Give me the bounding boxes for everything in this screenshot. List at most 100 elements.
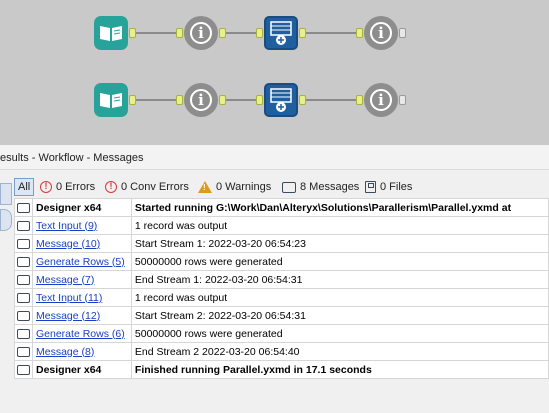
input-anchor[interactable] [356,28,363,38]
filter-warnings-label: 0 Warnings [216,181,272,193]
results-list-view-button[interactable] [0,183,12,205]
message-type-cell [14,234,33,253]
generate-rows-icon [270,88,292,112]
output-anchor[interactable] [399,95,406,105]
message-type-cell [14,198,33,217]
browse-tool[interactable]: i [364,83,398,117]
tool-link[interactable]: Message (12) [36,310,100,322]
message-tool-cell: Message (7) [32,270,132,289]
browse-tool[interactable]: i [364,16,398,50]
filter-conv-errors-button[interactable]: ! 0 Conv Errors [105,178,189,196]
filter-messages-label: 8 Messages [300,181,360,193]
message-bubble-icon [282,181,296,193]
output-anchor[interactable] [219,95,226,105]
tool-name: Designer x64 [36,201,102,214]
input-anchor[interactable] [176,95,183,105]
browse-tool[interactable]: i [184,16,218,50]
message-bubble-icon [17,220,30,231]
output-anchor[interactable] [299,28,306,38]
generate-rows-tool[interactable] [264,83,298,117]
message-tool-cell: Text Input (9) [32,216,132,235]
tool-link[interactable]: Message (7) [36,274,94,286]
generate-rows-tool[interactable] [264,16,298,50]
connection-wire [306,99,356,101]
message-row[interactable]: Generate Rows (5) 50000000 rows were gene… [14,252,549,271]
generate-rows-icon [270,21,292,45]
tool-link[interactable]: Message (8) [36,346,94,358]
filter-files-button[interactable]: 0 Files [365,178,412,196]
results-filter-bar: All ! 0 Errors ! 0 Conv Errors 0 Warning… [14,176,549,198]
results-pane: esults - Workflow - Messages All ! 0 Err… [0,145,549,413]
message-text: 50000000 rows were generated [130,252,549,271]
input-anchor[interactable] [176,28,183,38]
input-anchor[interactable] [356,95,363,105]
filter-files-label: 0 Files [380,181,413,193]
browse-info-icon: i [190,22,212,44]
tool-link[interactable]: Generate Rows (6) [36,328,125,340]
results-titlebar: esults - Workflow - Messages [0,145,549,170]
message-bubble-icon [17,328,30,339]
message-text: 50000000 rows were generated [130,324,549,343]
message-row[interactable]: Message (8) End Stream 2 2022-03-20 06:54… [14,342,549,361]
connection-wire [226,32,256,34]
message-text: End Stream 1: 2022-03-20 06:54:31 [130,270,549,289]
filter-warnings-button[interactable]: 0 Warnings [198,178,271,196]
connection-wire [136,32,176,34]
tool-link[interactable]: Text Input (9) [36,220,97,232]
message-row[interactable]: Message (12) Start Stream 2: 2022-03-20 0… [14,306,549,325]
input-anchor[interactable] [256,95,263,105]
output-anchor[interactable] [219,28,226,38]
results-side-strip [0,181,14,413]
message-type-cell [14,270,33,289]
results-info-view-button[interactable] [0,209,12,231]
workflow-canvas[interactable]: i i i i [0,0,549,145]
connection-wire [136,99,176,101]
output-anchor[interactable] [129,28,136,38]
filter-errors-label: 0 Errors [56,181,96,193]
message-type-cell [14,360,33,379]
filter-all-label: All [18,181,31,193]
message-type-cell [14,324,33,343]
results-title: esults - Workflow - Messages [0,152,144,164]
filter-errors-button[interactable]: ! 0 Errors [40,178,95,196]
connection-wire [226,99,256,101]
error-circle-icon: ! [105,181,117,193]
tool-link[interactable]: Text Input (11) [36,292,102,304]
tool-link[interactable]: Generate Rows (5) [36,256,125,268]
message-row[interactable]: Message (10) Start Stream 1: 2022-03-20 0… [14,234,549,253]
message-type-cell [14,216,33,235]
message-text: 1 record was output [130,288,549,307]
filter-messages-button[interactable]: 8 Messages [282,178,359,196]
message-row[interactable]: Designer x64 Started running G:\Work\Dan\… [14,198,549,217]
browse-tool[interactable]: i [184,83,218,117]
message-row[interactable]: Text Input (11) 1 record was output [14,288,549,307]
output-anchor[interactable] [129,95,136,105]
message-tool-cell: Designer x64 [32,360,132,379]
output-anchor[interactable] [299,95,306,105]
message-type-cell [14,342,33,361]
tool-name: Designer x64 [36,363,102,376]
message-row[interactable]: Generate Rows (6) 50000000 rows were gene… [14,324,549,343]
text-input-tool[interactable] [94,16,128,50]
input-anchor[interactable] [256,28,263,38]
browse-info-icon: i [190,89,212,111]
message-tool-cell: Generate Rows (5) [32,252,132,271]
message-bubble-icon [17,202,30,213]
message-text: Start Stream 2: 2022-03-20 06:54:31 [130,306,549,325]
message-row[interactable]: Designer x64 Finished running Parallel.yx… [14,360,549,379]
tool-link[interactable]: Message (10) [36,238,100,250]
message-text: End Stream 2 2022-03-20 06:54:40 [130,342,549,361]
filter-all-button[interactable]: All [14,178,35,196]
message-bubble-icon [17,292,30,303]
message-type-cell [14,252,33,271]
message-row[interactable]: Message (7) End Stream 1: 2022-03-20 06:5… [14,270,549,289]
message-row[interactable]: Text Input (9) 1 record was output [14,216,549,235]
text-input-book-icon [100,93,122,108]
message-type-cell [14,288,33,307]
message-bubble-icon [17,274,30,285]
message-bubble-icon [17,364,30,375]
output-anchor[interactable] [399,28,406,38]
message-type-cell [14,306,33,325]
filter-conv-errors-label: 0 Conv Errors [121,181,189,193]
text-input-tool[interactable] [94,83,128,117]
